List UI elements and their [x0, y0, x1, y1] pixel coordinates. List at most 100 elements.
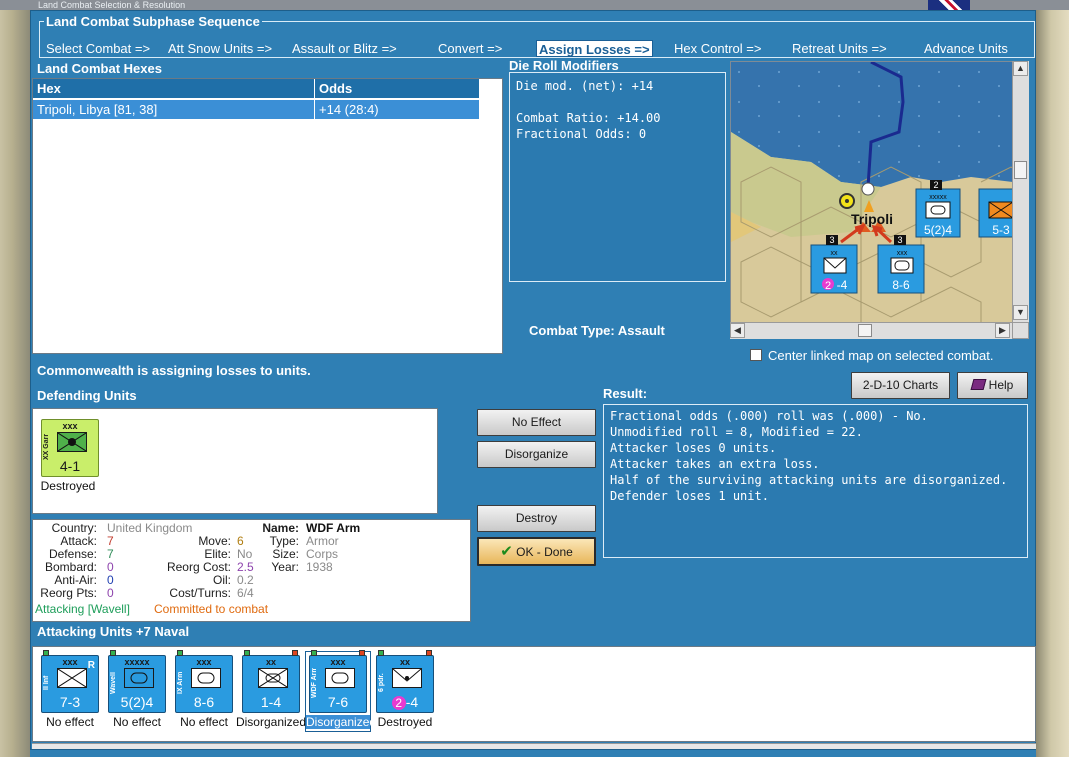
strength-post: -4	[405, 694, 419, 710]
defending-unit-status: Destroyed	[40, 479, 96, 493]
die-roll-spacer	[516, 94, 719, 110]
combat-hexes-title: Land Combat Hexes	[37, 61, 162, 76]
unit-status: Destroyed	[377, 715, 433, 729]
attacking-units-panel: xxx R II Inf 7-3 No effect xxxxx Wavell …	[32, 646, 1036, 742]
tag-green-icon	[43, 650, 49, 656]
mech-cross-oval-icon	[258, 668, 288, 688]
tag-red-icon	[359, 650, 365, 656]
map-unit-6pdr-strength-post: -4	[837, 278, 848, 292]
unit-strength-6pdr: 2 -4	[377, 694, 433, 711]
background-map-right	[1036, 0, 1069, 757]
result-line-4: Attacker takes an extra loss.	[610, 457, 820, 471]
year-value: 1938	[306, 560, 333, 574]
map-unit-wavell[interactable]: 2 xxxxx 5(2)4	[915, 180, 961, 238]
no-effect-button[interactable]: No Effect	[477, 409, 596, 436]
armor-symbol-icon	[325, 668, 355, 688]
map-unit-wdf-strength: 8-6	[892, 278, 910, 292]
phase-assign-losses: Assign Losses =>	[536, 40, 653, 57]
help-book-icon	[970, 379, 987, 390]
disorganize-button[interactable]: Disorganize	[477, 441, 596, 468]
land-combat-window: Land Combat Subphase Sequence Select Com…	[30, 10, 1036, 750]
ok-done-label: OK - Done	[516, 545, 573, 559]
checkmark-icon: ✔	[500, 543, 513, 560]
status-message: Commonwealth is assigning losses to unit…	[37, 363, 311, 378]
result-line-2: Unmodified roll = 8, Modified = 22.	[610, 425, 863, 439]
armor-oval-icon	[197, 672, 215, 684]
armor-oval-icon	[331, 672, 349, 684]
scroll-down-button[interactable]: ▼	[1013, 305, 1028, 320]
unit-size: xxxxx	[124, 657, 150, 667]
attacking-unit-wavell[interactable]: xxxxx Wavell 5(2)4	[108, 650, 166, 713]
scroll-v-thumb[interactable]	[1014, 161, 1027, 179]
cost-turns-value: 6/4	[237, 586, 254, 600]
phase-convert: Convert =>	[438, 41, 503, 56]
infantry-symbol-icon	[57, 432, 87, 452]
garrison-symbol-icon	[57, 432, 87, 452]
armor-oval-icon	[130, 672, 148, 684]
unit-strength: 7-3	[59, 694, 81, 710]
attacking-units-scrollbar[interactable]	[32, 743, 1036, 749]
charts-button[interactable]: 2-D-10 Charts	[851, 372, 950, 399]
map-vertical-scrollbar[interactable]: ▲ ▼	[1012, 61, 1029, 322]
combat-type-value: Assault	[617, 323, 665, 338]
tag-green-icon	[110, 650, 116, 656]
defending-unit-counter[interactable]: xxx XX Garr 4-1	[41, 419, 99, 477]
phase-advance-units: Advance Units	[924, 41, 1008, 56]
unit-strength: 5(2)4	[120, 694, 154, 710]
map-city-label: Tripoli	[851, 211, 893, 227]
attacking-unit-mech[interactable]: xx 1-4	[242, 650, 300, 713]
tag-green-icon	[311, 650, 317, 656]
ok-done-button[interactable]: ✔ OK - Done	[477, 537, 596, 566]
result-panel: Fractional odds (.000) roll was (.000) -…	[603, 404, 1028, 558]
unit-strength: 1-4	[260, 694, 282, 710]
scroll-left-button[interactable]: ◀	[730, 323, 745, 338]
help-button[interactable]: Help	[957, 372, 1028, 399]
destroy-button[interactable]: Destroy	[477, 505, 596, 532]
die-roll-modifiers: Die mod. (net): +14 Combat Ratio: +14.00…	[509, 72, 726, 282]
linked-map[interactable]: Tripoli 2 xxxxx 5(2)4 5-3 3 xx 2 -4 3 xx…	[730, 61, 1029, 339]
window-title: Land Combat Selection & Resolution	[0, 0, 1069, 10]
combat-type: Combat Type: Assault	[529, 323, 665, 338]
center-map-checkbox[interactable]	[750, 349, 762, 361]
attacking-unit-6pdr[interactable]: xx 6 pdr. 2 -4	[376, 650, 434, 713]
column-header-odds[interactable]: Odds	[315, 79, 480, 99]
map-unit-wdf-stack: 3	[897, 235, 902, 245]
map-horizontal-scrollbar[interactable]: ◀ ▶	[730, 322, 1012, 339]
scroll-right-button[interactable]: ▶	[995, 323, 1010, 338]
unit-status: Disorganized	[235, 715, 307, 729]
map-unit-wavell-strength: 5(2)4	[924, 223, 952, 237]
attacking-unit-wdf-arm[interactable]: xxx WDF Arm 7-6	[309, 650, 367, 713]
tag-green-icon	[378, 650, 384, 656]
reorg-pts-label: Reorg Pts:	[40, 586, 97, 600]
attacking-unit-ii-inf[interactable]: xxx R II Inf 7-3	[41, 650, 99, 713]
phase-assault-or-blitz: Assault or Blitz =>	[292, 41, 397, 56]
attacking-units-title: Attacking Units +7 Naval	[37, 624, 190, 639]
die-mod-line: Die mod. (net): +14	[516, 79, 654, 93]
unit-strength: 7-6	[327, 694, 349, 710]
scroll-h-thumb[interactable]	[858, 324, 872, 337]
map-unit-wavell-stack: 2	[933, 180, 938, 190]
column-header-hex[interactable]: Hex	[33, 79, 315, 99]
unit-size: xxx	[196, 657, 212, 667]
fractional-odds-line: Fractional Odds: 0	[516, 127, 647, 141]
help-button-label: Help	[988, 378, 1014, 392]
committed-text: Committed to combat	[154, 602, 269, 616]
hq-symbol-icon	[124, 668, 154, 688]
scroll-up-button[interactable]: ▲	[1013, 61, 1028, 76]
attacking-unit-ix-arm[interactable]: xxx IX Arm 8-6	[175, 650, 233, 713]
antitank-chevron-icon	[392, 668, 422, 682]
map-unit-6pdr-size: xx	[831, 250, 839, 257]
result-line-6: Defender loses 1 unit.	[610, 489, 769, 503]
map-canvas: Tripoli 2 xxxxx 5(2)4 5-3 3 xx 2 -4 3 xx…	[731, 62, 1028, 338]
map-unit-6pdr-stack: 3	[829, 235, 834, 245]
tag-green-icon	[177, 650, 183, 656]
flag-icon	[928, 0, 970, 10]
table-row-hex[interactable]: Tripoli, Libya [81, 38]	[33, 100, 315, 119]
map-unit-wavell-size: xxxxx	[929, 194, 947, 201]
result-line-3: Attacker loses 0 units.	[610, 441, 777, 455]
tag-red-icon	[292, 650, 298, 656]
combat-type-label: Combat Type:	[529, 323, 615, 338]
mech-symbol-icon	[258, 668, 288, 688]
table-row-odds[interactable]: +14 (28:4)	[315, 100, 480, 119]
phase-hex-control: Hex Control =>	[674, 41, 762, 56]
